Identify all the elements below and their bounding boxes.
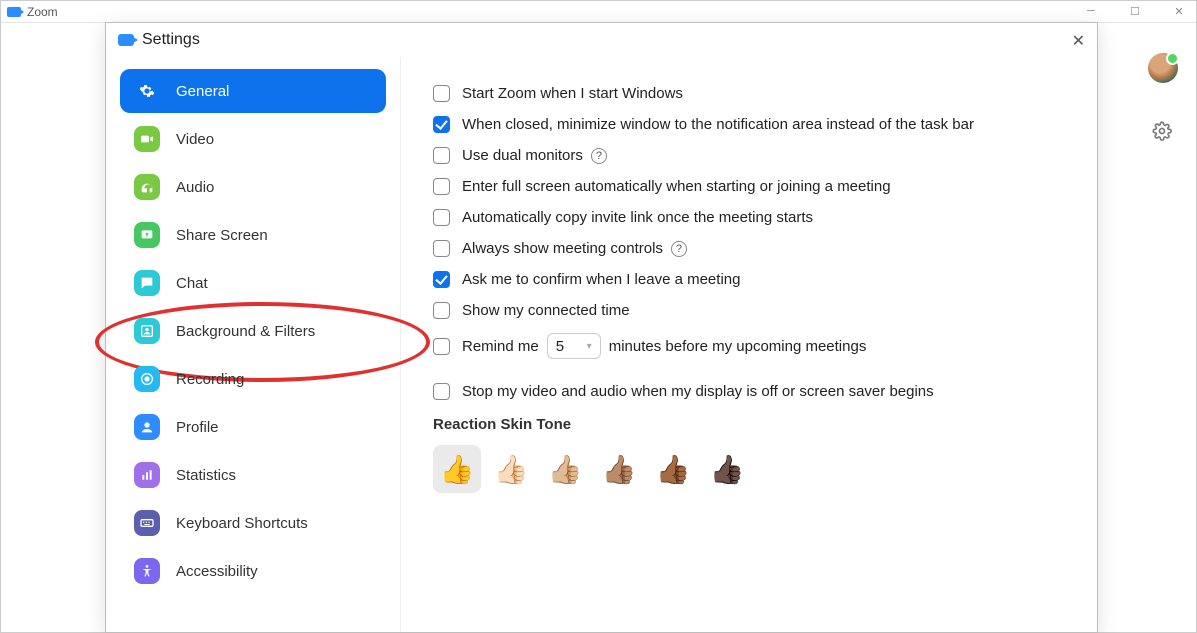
remind-suffix: minutes before my upcoming meetings [609,338,867,355]
option-row: When closed, minimize window to the noti… [433,116,1065,133]
sidebar-item-label: Share Screen [176,227,268,244]
sidebar-item-label: Video [176,131,214,148]
remind-prefix: Remind me [462,338,539,355]
chevron-down-icon: ▾ [587,341,592,352]
option-remind: Remind me 5 ▾ minutes before my upcoming… [433,333,1065,359]
sidebar-item-video[interactable]: Video [120,117,386,161]
remind-checkbox[interactable] [433,338,450,355]
option-row: Automatically copy invite link once the … [433,209,1065,226]
record-icon [134,366,160,392]
sidebar-item-statistics[interactable]: Statistics [120,453,386,497]
sidebar-item-label: Recording [176,371,244,388]
option-row: Always show meeting controls? [433,240,1065,257]
stats-icon [134,462,160,488]
share-icon [134,222,160,248]
app-title: Zoom [27,5,58,19]
minimize-button[interactable]: ─ [1082,5,1100,18]
option-label: Automatically copy invite link once the … [462,209,813,226]
reaction-skin-heading: Reaction Skin Tone [433,416,1065,433]
settings-close-button[interactable]: ✕ [1072,31,1085,51]
settings-window: Settings ✕ General Video Audio Share Screen… [105,22,1098,633]
sidebar-item-keyboard-shortcuts[interactable]: Keyboard Shortcuts [120,501,386,545]
option-checkbox[interactable] [433,302,450,319]
sidebar-item-background-filters[interactable]: Background & Filters [120,309,386,353]
help-icon[interactable]: ? [591,148,607,164]
sidebar-item-label: Accessibility [176,563,258,580]
maximize-button[interactable]: ☐ [1126,5,1144,18]
sidebar-item-label: Audio [176,179,214,196]
settings-sidebar: General Video Audio Share Screen Chat Backgro… [106,57,401,632]
app-titlebar: Zoom [1,1,1196,23]
sidebar-item-audio[interactable]: Audio [120,165,386,209]
option-label: Always show meeting controls [462,240,663,257]
option-checkbox[interactable] [433,209,450,226]
zoom-logo-icon [7,7,21,17]
skin-tone-option[interactable]: 👍🏼 [541,445,589,493]
sidebar-item-label: Profile [176,419,219,436]
skin-tone-option[interactable]: 👍 [433,445,481,493]
chat-icon [134,270,160,296]
window-controls: ─ ☐ ✕ [1082,5,1188,18]
option-label: Enter full screen automatically when sta… [462,178,891,195]
sidebar-item-profile[interactable]: Profile [120,405,386,449]
help-icon[interactable]: ? [671,241,687,257]
option-row: Start Zoom when I start Windows [433,85,1065,102]
app-window: Zoom ─ ☐ ✕ Settings ✕ GeneralVideoAudioS… [0,0,1197,633]
audio-icon [134,174,160,200]
option-checkbox[interactable] [433,85,450,102]
zoom-logo-icon [118,34,134,46]
video-icon [134,126,160,152]
skin-tone-option[interactable]: 👍🏿 [703,445,751,493]
option-checkbox[interactable] [433,271,450,288]
option-row: Use dual monitors? [433,147,1065,164]
option-row: Show my connected time [433,302,1065,319]
settings-title: Settings [142,31,200,49]
access-icon [134,558,160,584]
person-icon [134,318,160,344]
keyboard-icon [134,510,160,536]
settings-gear-icon[interactable] [1152,121,1172,146]
stop-video-checkbox[interactable] [433,383,450,400]
option-row: Enter full screen automatically when sta… [433,178,1065,195]
sidebar-item-label: Chat [176,275,208,292]
option-label: Use dual monitors [462,147,583,164]
sidebar-item-chat[interactable]: Chat [120,261,386,305]
gear-icon [134,78,160,104]
remind-value: 5 [556,338,564,355]
sidebar-item-share-screen[interactable]: Share Screen [120,213,386,257]
option-checkbox[interactable] [433,240,450,257]
sidebar-item-recording[interactable]: Recording [120,357,386,401]
option-row: Ask me to confirm when I leave a meeting [433,271,1065,288]
option-checkbox[interactable] [433,116,450,133]
close-button[interactable]: ✕ [1170,5,1188,18]
stop-video-label: Stop my video and audio when my display … [462,383,934,400]
skin-tone-option[interactable]: 👍🏾 [649,445,697,493]
remind-minutes-dropdown[interactable]: 5 ▾ [547,333,601,359]
sidebar-item-general[interactable]: General [120,69,386,113]
option-label: Show my connected time [462,302,630,319]
option-label: Ask me to confirm when I leave a meeting [462,271,740,288]
profile-icon [134,414,160,440]
settings-content: Start Zoom when I start Windows When clos… [401,57,1097,632]
sidebar-item-accessibility[interactable]: Accessibility [120,549,386,593]
option-checkbox[interactable] [433,147,450,164]
settings-titlebar: Settings ✕ [106,23,1097,57]
option-label: When closed, minimize window to the noti… [462,116,974,133]
sidebar-item-label: Keyboard Shortcuts [176,515,308,532]
skin-tone-selector: 👍👍🏻👍🏼👍🏽👍🏾👍🏿 [433,445,1065,493]
sidebar-item-label: Statistics [176,467,236,484]
user-avatar[interactable] [1148,53,1178,83]
sidebar-item-label: General [176,83,229,100]
skin-tone-option[interactable]: 👍🏻 [487,445,535,493]
sidebar-item-label: Background & Filters [176,323,315,340]
option-stop-video: Stop my video and audio when my display … [433,383,1065,400]
skin-tone-option[interactable]: 👍🏽 [595,445,643,493]
option-label: Start Zoom when I start Windows [462,85,683,102]
option-checkbox[interactable] [433,178,450,195]
